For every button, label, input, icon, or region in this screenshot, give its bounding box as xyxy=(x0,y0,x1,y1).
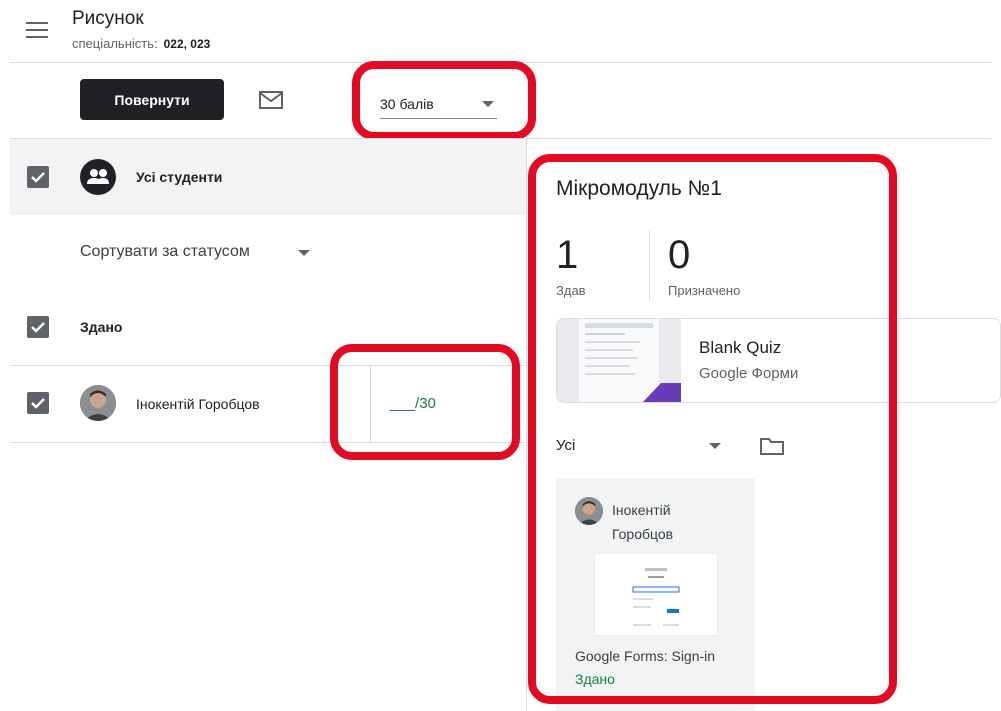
highlight-points xyxy=(352,61,536,140)
checkbox-student[interactable] xyxy=(27,392,49,414)
subtitle-value: 022, 023 xyxy=(163,37,211,51)
highlight-grade xyxy=(330,344,520,460)
main-menu-icon[interactable] xyxy=(26,22,48,38)
subtitle-label: спеціальність: xyxy=(72,36,158,51)
student-name[interactable]: Інокентій Горобцов xyxy=(136,396,260,412)
sort-label: Сортувати за статусом xyxy=(80,243,250,260)
submitted-section-label: Здано xyxy=(80,319,123,335)
sort-dropdown-arrow-icon[interactable] xyxy=(298,250,310,256)
column-divider xyxy=(526,139,527,711)
people-icon xyxy=(80,159,116,195)
avatar xyxy=(80,385,116,421)
sort-dropdown[interactable]: Сортувати за статусом xyxy=(80,243,250,261)
return-button[interactable]: Повернути xyxy=(80,79,224,120)
all-students-label: Усі студенти xyxy=(136,169,223,185)
checkbox-submitted-section[interactable] xyxy=(27,316,49,338)
page-subtitle: спеціальність: 022, 023 xyxy=(72,36,210,51)
highlight-panel xyxy=(528,154,897,704)
page-title: Рисунок xyxy=(72,8,144,29)
mail-icon[interactable] xyxy=(259,91,283,109)
checkbox-all-students[interactable] xyxy=(27,166,49,188)
